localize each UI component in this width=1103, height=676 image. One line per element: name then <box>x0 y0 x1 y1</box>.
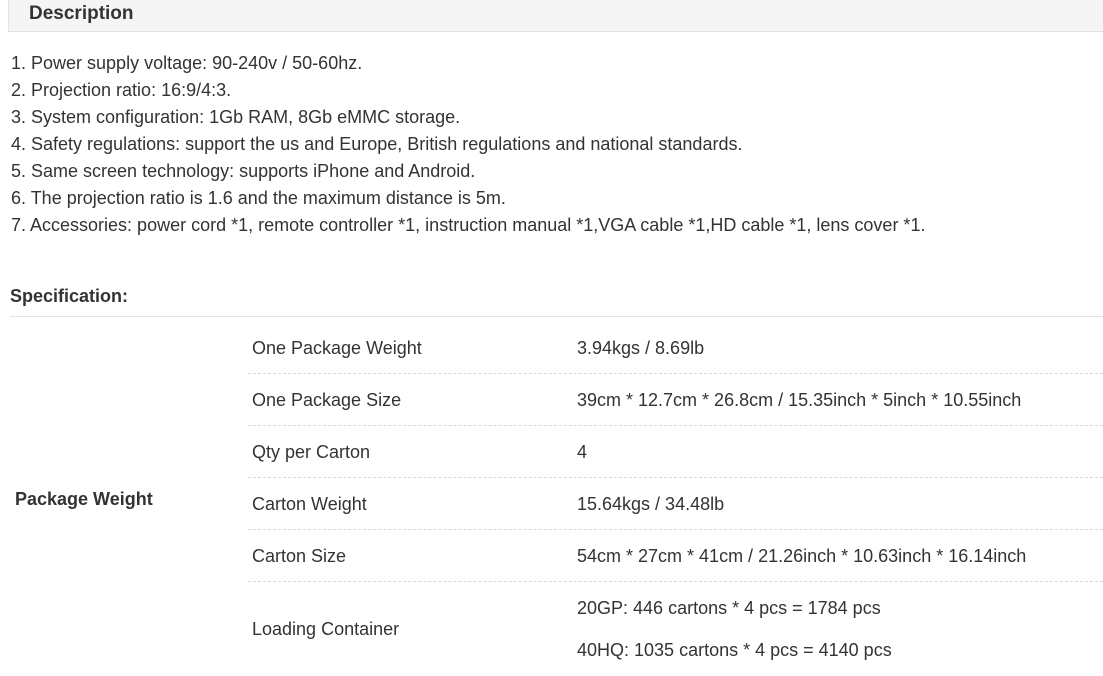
spec-key: Qty per Carton <box>252 442 371 462</box>
description-title: Description <box>29 3 134 24</box>
spec-row-carton-size: Carton Size 54cm * 27cm * 41cm / 21.26in… <box>248 530 1103 582</box>
spec-row-package-weight: One Package Weight 3.94kgs / 8.69lb <box>248 322 1103 374</box>
spec-value: 20GP: 446 cartons * 4 pcs = 1784 pcs <box>577 598 881 618</box>
spec-key: Loading Container <box>252 619 400 639</box>
description-item: 7. Accessories: power cord *1, remote co… <box>11 215 926 235</box>
description-item: 4. Safety regulations: support the us an… <box>11 134 743 154</box>
spec-row-package-size: One Package Size 39cm * 12.7cm * 26.8cm … <box>248 374 1103 426</box>
spec-value: 40HQ: 1035 cartons * 4 pcs = 4140 pcs <box>577 640 892 660</box>
spec-value: 54cm * 27cm * 41cm / 21.26inch * 10.63in… <box>577 546 1027 566</box>
description-tab-header[interactable]: Description <box>8 0 1103 32</box>
description-item: 5. Same screen technology: supports iPho… <box>11 161 476 181</box>
description-item: 2. Projection ratio: 16:9/4:3. <box>11 80 232 100</box>
spec-group-label: Package Weight <box>15 489 153 509</box>
spec-value: 39cm * 12.7cm * 26.8cm / 15.35inch * 5in… <box>577 390 1022 410</box>
spec-value: 3.94kgs / 8.69lb <box>577 338 705 358</box>
description-item: 6. The projection ratio is 1.6 and the m… <box>11 188 506 208</box>
spec-value: 15.64kgs / 34.48lb <box>577 494 725 514</box>
spec-key: One Package Size <box>252 390 402 410</box>
spec-row-carton-weight: Carton Weight 15.64kgs / 34.48lb <box>248 478 1103 530</box>
specification-title: Specification: <box>10 286 129 306</box>
description-item: 3. System configuration: 1Gb RAM, 8Gb eM… <box>11 107 461 127</box>
spec-key: Carton Size <box>252 546 347 566</box>
description-list: 1. Power supply voltage: 90-240v / 50-60… <box>11 50 925 239</box>
product-detail-page: Description 1. Power supply voltage: 90-… <box>0 0 1103 676</box>
description-item: 1. Power supply voltage: 90-240v / 50-60… <box>11 53 363 73</box>
spec-row-qty-per-carton: Qty per Carton 4 <box>248 426 1103 478</box>
specification-divider <box>10 316 1103 317</box>
spec-value: 4 <box>577 442 588 462</box>
spec-key: Carton Weight <box>252 494 367 514</box>
spec-row-loading-container: Loading Container 20GP: 446 cartons * 4 … <box>248 582 1103 676</box>
spec-key: One Package Weight <box>252 338 422 358</box>
